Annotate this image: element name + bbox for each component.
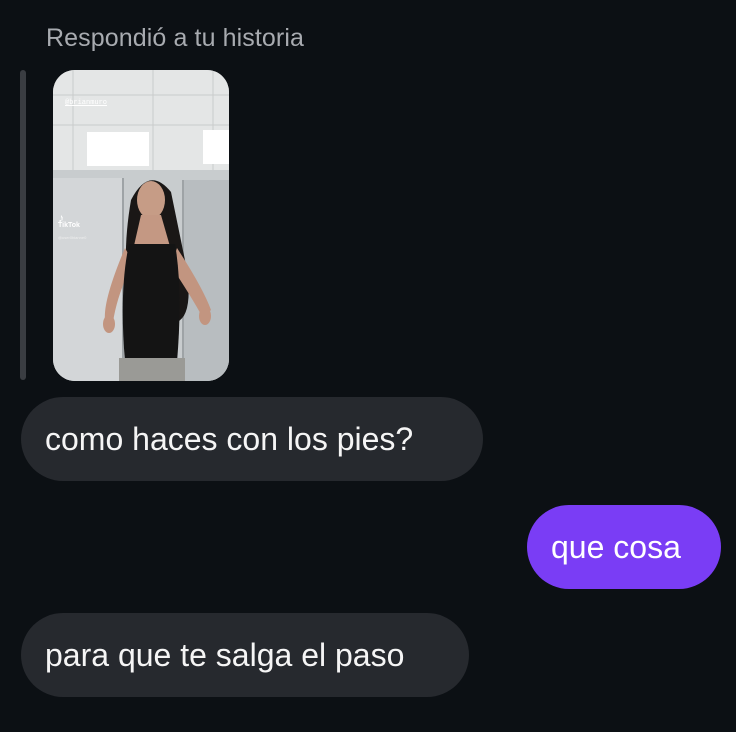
reply-indicator-bar xyxy=(20,70,26,380)
tiktok-icon: ♪ xyxy=(58,211,64,225)
incoming-message-bubble[interactable]: como haces con los pies? xyxy=(21,397,483,481)
incoming-message-bubble[interactable]: para que te salga el paso xyxy=(21,613,469,697)
outgoing-message-bubble[interactable]: que cosa xyxy=(527,505,721,589)
story-username-overlay: @brianmuro xyxy=(65,99,108,107)
story-reply-label: Respondió a tu historia xyxy=(46,24,305,52)
chat-thread: Respondió a tu historia @brianmuro ♪ Tik… xyxy=(0,0,736,732)
story-thumbnail[interactable]: @brianmuro ♪ TikTok @user0bianne0 xyxy=(53,70,229,381)
tiktok-label: TikTok xyxy=(58,222,80,229)
tiktok-logo: ♪ TikTok xyxy=(58,211,80,230)
tiktok-handle: @user0bianne0 xyxy=(58,235,87,240)
